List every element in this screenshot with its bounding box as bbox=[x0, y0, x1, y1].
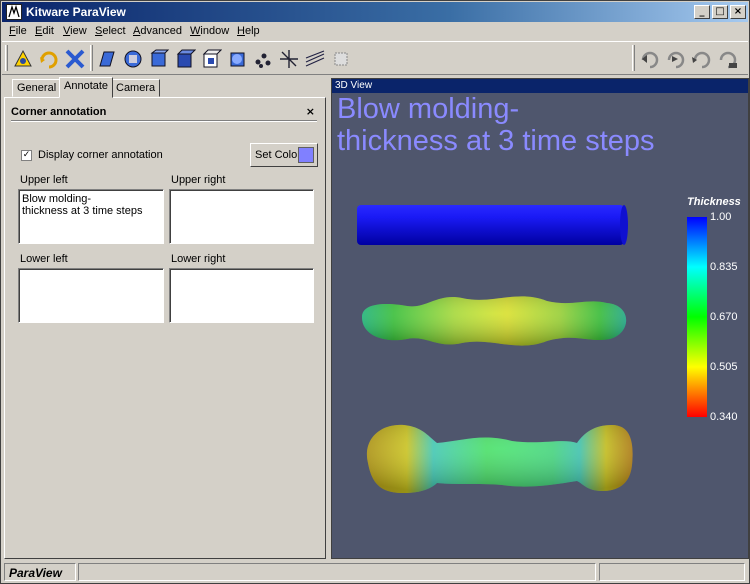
section-title: Corner annotation bbox=[11, 106, 107, 118]
menu-advanced[interactable]: Advanced bbox=[133, 25, 182, 37]
render-canvas[interactable]: Blow molding- thickness at 3 time steps bbox=[332, 93, 748, 558]
window-title: Kitware ParaView bbox=[26, 5, 126, 19]
status-app-cell: ParaView bbox=[4, 563, 76, 581]
paraview-logo-icon bbox=[6, 4, 22, 20]
lower-left-label: Lower left bbox=[20, 253, 68, 265]
last-frame-icon bbox=[719, 51, 737, 69]
upper-left-input[interactable]: Blow molding- thickness at 3 time steps bbox=[18, 189, 164, 244]
first-frame-button[interactable] bbox=[636, 46, 662, 72]
status-message-cell bbox=[78, 563, 596, 581]
stream-icon bbox=[280, 50, 298, 68]
particles-button[interactable] bbox=[250, 46, 276, 72]
reset-camera-icon bbox=[14, 49, 32, 67]
upper-right-label: Upper right bbox=[171, 174, 226, 186]
menu-edit[interactable]: Edit bbox=[35, 25, 54, 37]
legend-tick-min: 0.340 bbox=[710, 411, 738, 423]
threshold-button[interactable] bbox=[224, 46, 250, 72]
menu-bar: File Edit View Select Advanced Window He… bbox=[2, 23, 748, 40]
rotate-button[interactable] bbox=[36, 46, 62, 72]
maximize-icon: □ bbox=[715, 6, 725, 17]
annotate-tab-body: Corner annotation × ✓ Display corner ann… bbox=[4, 97, 326, 559]
previous-frame-icon bbox=[667, 51, 685, 69]
menu-window[interactable]: Window bbox=[190, 25, 229, 37]
status-bar: ParaView bbox=[2, 562, 748, 582]
upper-left-label: Upper left bbox=[20, 174, 68, 186]
rotate-icon bbox=[40, 51, 58, 69]
bottle-step-3 bbox=[366, 424, 633, 493]
title-bar: Kitware ParaView _ □ × bbox=[2, 2, 748, 22]
play-button[interactable] bbox=[688, 46, 714, 72]
legend-title: Thickness bbox=[687, 196, 741, 208]
lower-left-input[interactable] bbox=[18, 268, 164, 323]
paraview-window: Kitware ParaView _ □ × File Edit View Se… bbox=[0, 0, 750, 584]
contour-icon bbox=[202, 49, 222, 68]
maximize-button[interactable]: □ bbox=[712, 5, 728, 19]
last-frame-button[interactable] bbox=[714, 46, 740, 72]
toolbar-grip[interactable] bbox=[632, 45, 635, 71]
status-progress-cell bbox=[599, 563, 745, 581]
lower-right-input[interactable] bbox=[169, 268, 314, 323]
probe-button[interactable] bbox=[302, 46, 328, 72]
set-color-button[interactable]: Set Color bbox=[250, 143, 318, 167]
legend-tick: 0.670 bbox=[710, 311, 738, 323]
particles-icon bbox=[255, 53, 271, 68]
glyph-button[interactable] bbox=[172, 46, 198, 72]
warp-button[interactable] bbox=[328, 46, 354, 72]
legend-tick: 0.505 bbox=[710, 361, 738, 373]
clip-icon bbox=[150, 49, 170, 67]
reset-camera-button[interactable] bbox=[10, 46, 36, 72]
slice-icon bbox=[124, 50, 142, 68]
close-icon: × bbox=[733, 6, 743, 17]
cylinder-step-1 bbox=[357, 205, 628, 245]
glyph-icon bbox=[176, 49, 196, 68]
upper-right-input[interactable] bbox=[169, 189, 314, 244]
play-icon bbox=[692, 51, 711, 69]
toolbar bbox=[2, 41, 748, 75]
tab-camera[interactable]: Camera bbox=[111, 79, 161, 97]
contour-button[interactable] bbox=[198, 46, 224, 72]
tab-general[interactable]: General bbox=[12, 79, 62, 97]
menu-help[interactable]: Help bbox=[237, 25, 260, 37]
minimize-icon: _ bbox=[699, 6, 705, 17]
menu-select[interactable]: Select bbox=[95, 25, 126, 37]
parison-step-2 bbox=[362, 296, 627, 346]
first-frame-icon bbox=[641, 51, 659, 69]
menu-view[interactable]: View bbox=[63, 25, 87, 37]
stream-button[interactable] bbox=[276, 46, 302, 72]
3d-view: 3D View Blow molding- thickness at 3 tim… bbox=[331, 78, 749, 559]
legend-tick-max: 1.00 bbox=[710, 211, 732, 223]
probe-icon bbox=[305, 50, 325, 67]
set-color-label: Set Color bbox=[255, 149, 301, 161]
toolbar-grip[interactable] bbox=[90, 45, 93, 71]
color-swatch bbox=[298, 147, 314, 163]
tab-annotate[interactable]: Annotate bbox=[59, 77, 114, 98]
warp-icon bbox=[334, 52, 348, 66]
interact-button[interactable] bbox=[62, 46, 88, 72]
threshold-icon bbox=[230, 52, 245, 67]
minimize-button[interactable]: _ bbox=[694, 5, 710, 19]
clip-button[interactable] bbox=[146, 46, 172, 72]
extract-icon bbox=[99, 51, 115, 67]
previous-frame-button[interactable] bbox=[662, 46, 688, 72]
display-corner-checkbox[interactable]: ✓ bbox=[21, 150, 32, 161]
display-corner-label: Display corner annotation bbox=[38, 149, 163, 161]
toolbar-grip[interactable] bbox=[5, 45, 8, 71]
section-divider bbox=[11, 120, 317, 122]
section-close-icon[interactable]: × bbox=[306, 105, 315, 118]
interact-icon bbox=[65, 49, 85, 69]
slice-button[interactable] bbox=[120, 46, 146, 72]
extract-button[interactable] bbox=[94, 46, 120, 72]
render-scene bbox=[357, 205, 633, 493]
view-header: 3D View bbox=[332, 79, 748, 93]
properties-panel: General Annotate Camera Corner annotatio… bbox=[4, 77, 326, 559]
close-button[interactable]: × bbox=[730, 5, 746, 19]
legend-tick: 0.835 bbox=[710, 261, 738, 273]
menu-file[interactable]: File bbox=[9, 25, 27, 37]
status-label: ParaView bbox=[9, 566, 62, 580]
color-legend-bar bbox=[687, 217, 707, 417]
lower-right-label: Lower right bbox=[171, 253, 226, 265]
